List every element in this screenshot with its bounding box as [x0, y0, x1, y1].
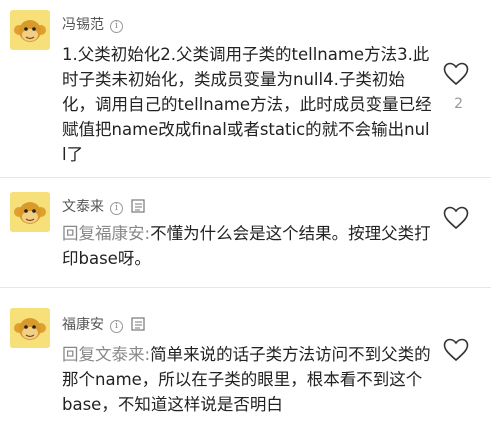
info-icon[interactable]: i: [110, 20, 123, 33]
like-count: 2: [454, 96, 463, 112]
reply-icon[interactable]: [131, 317, 145, 331]
comment-author[interactable]: 冯锡范 i: [62, 14, 123, 34]
author-name: 文泰来: [62, 199, 104, 215]
reply-prefix[interactable]: 回复文泰来:: [62, 345, 150, 364]
heart-icon[interactable]: [443, 338, 469, 362]
comment-author[interactable]: 文泰来 i: [62, 196, 145, 216]
monkey-avatar-icon[interactable]: [10, 308, 50, 348]
heart-icon[interactable]: [443, 62, 469, 86]
monkey-avatar-icon[interactable]: [10, 192, 50, 232]
monkey-avatar-icon[interactable]: [10, 10, 50, 50]
info-icon[interactable]: i: [110, 202, 123, 215]
comment-item: 文泰来 i 回复福康安:不懂为什么会是这个结果。按理父类打印base呀。: [0, 178, 491, 286]
comment-text: 回复文泰来:简单来说的话子类方法访问不到父类的那个name，所以在子类的眼里，根…: [62, 342, 432, 417]
comment-text: 回复福康安:不懂为什么会是这个结果。按理父类打印base呀。: [62, 221, 432, 271]
comment-text: 1.父类初始化2.父类调用子类的tellname方法3.此时子类未初始化，类成员…: [62, 42, 432, 167]
comment-item: 冯锡范 i 1.父类初始化2.父类调用子类的tellname方法3.此时子类未初始…: [0, 0, 491, 176]
reply-prefix[interactable]: 回复福康安:: [62, 224, 150, 243]
comment-author[interactable]: 福康安 i: [62, 314, 145, 334]
info-icon[interactable]: i: [110, 320, 123, 333]
author-name: 福康安: [62, 317, 104, 333]
comment-body: 1.父类初始化2.父类调用子类的tellname方法3.此时子类未初始化，类成员…: [62, 45, 432, 164]
reply-icon[interactable]: [131, 199, 145, 213]
heart-icon[interactable]: [443, 206, 469, 230]
comment-item: 福康安 i 回复文泰来:简单来说的话子类方法访问不到父类的那个name，所以在子类…: [0, 288, 491, 426]
author-name: 冯锡范: [62, 17, 104, 33]
